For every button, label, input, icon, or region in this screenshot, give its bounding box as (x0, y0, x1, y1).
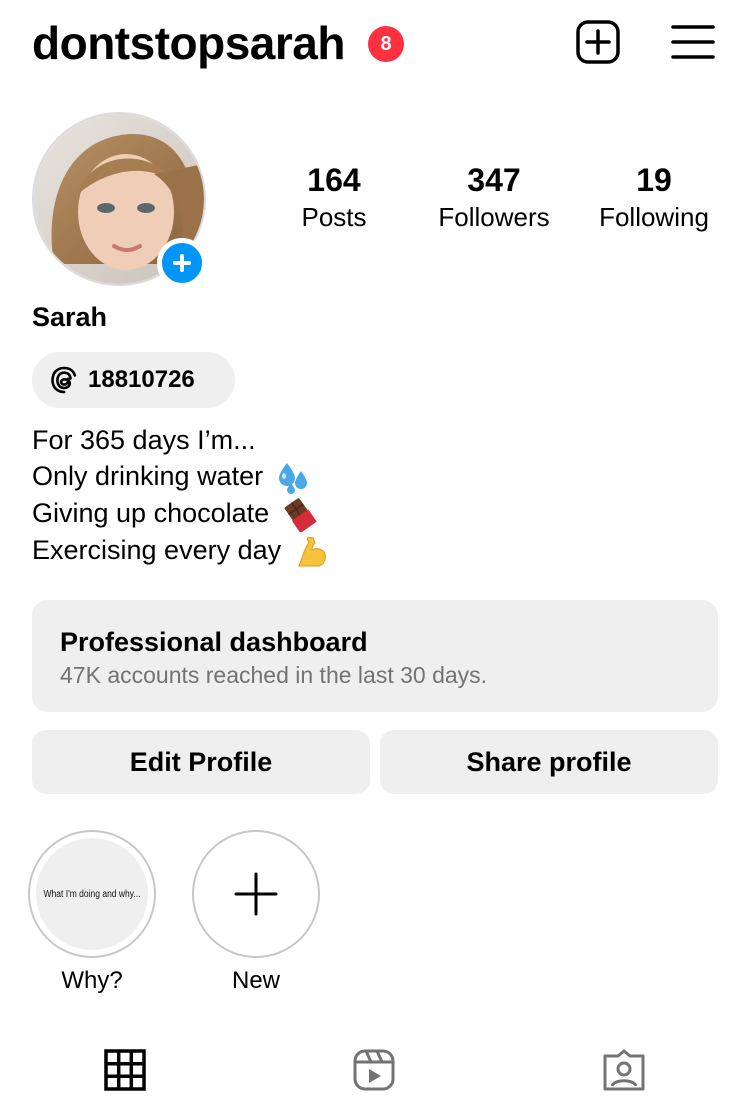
new-highlight-button[interactable]: New (192, 830, 320, 996)
stat-value: 164 (307, 162, 361, 198)
highlight-cover: What I'm doing and why... (28, 830, 156, 958)
tab-tagged[interactable] (602, 1048, 646, 1092)
edit-profile-button[interactable]: Edit Profile (32, 730, 370, 794)
reels-icon (353, 1049, 395, 1091)
flexed-biceps-icon (297, 536, 326, 567)
notification-badge[interactable]: 8 (368, 26, 404, 62)
bio-line-text: For 365 days I’m... (32, 425, 256, 455)
highlight-label: New (231, 967, 280, 994)
dashboard-title: Professional dashboard (60, 627, 368, 657)
hamburger-menu-icon (671, 25, 715, 59)
tagged-icon (603, 1049, 645, 1091)
bio-line-text: Only drinking water (32, 461, 264, 491)
new-highlight-circle (192, 830, 320, 958)
tab-reels[interactable] (352, 1048, 396, 1092)
bio-line-text: Giving up chocolate (32, 497, 270, 528)
share-profile-button[interactable]: Share profile (380, 730, 718, 794)
stat-label: Following (599, 202, 709, 232)
professional-dashboard-card[interactable]: Professional dashboard 47K accounts reac… (32, 600, 718, 712)
threads-icon (51, 366, 77, 394)
stat-label: Followers (438, 202, 550, 232)
highlight-label: Why? (61, 967, 123, 994)
bio-line: Exercising every day (32, 532, 329, 569)
bio-line: For 365 days I’m... (32, 422, 329, 458)
sweat-droplets-icon (278, 462, 307, 494)
profile-header: dontstopsarah 8 (32, 14, 722, 70)
posts-count-stat[interactable]: 164 Posts (284, 160, 384, 234)
profile-avatar-container (32, 112, 207, 288)
display-name: Sarah (32, 302, 108, 332)
bio-line-text: Exercising every day (32, 534, 282, 565)
dashboard-subtitle: 47K accounts reached in the last 30 days… (60, 662, 488, 688)
bio-line: Giving up chocolate (32, 495, 329, 532)
add-story-button[interactable] (157, 238, 207, 288)
profile-content-tabs (0, 1040, 750, 1100)
chocolate-bar-icon (284, 498, 317, 532)
threads-badge[interactable]: 18810726 (32, 352, 235, 408)
bio: For 365 days I’m... Only drinking water … (32, 422, 329, 569)
followers-count-stat[interactable]: 347 Followers (426, 160, 562, 234)
stat-label: Posts (301, 202, 367, 232)
stat-value: 19 (636, 162, 672, 198)
highlight-cover-image: What I'm doing and why... (36, 838, 148, 950)
menu-button[interactable] (670, 22, 716, 62)
tab-posts-grid[interactable] (103, 1048, 147, 1092)
threads-handle: 18810726 (88, 366, 195, 393)
bio-line: Only drinking water (32, 458, 329, 495)
username-switcher[interactable]: dontstopsarah (32, 18, 345, 68)
following-count-stat[interactable]: 19 Following (586, 160, 722, 234)
highlight-cover-text: What I'm doing and why... (43, 888, 141, 900)
plus-icon (234, 872, 278, 916)
new-post-button[interactable] (575, 19, 621, 65)
grid-icon (104, 1049, 146, 1091)
plus-square-icon (576, 20, 620, 64)
story-highlight[interactable]: What I'm doing and why... Why? (28, 830, 156, 996)
stat-value: 347 (467, 162, 521, 198)
